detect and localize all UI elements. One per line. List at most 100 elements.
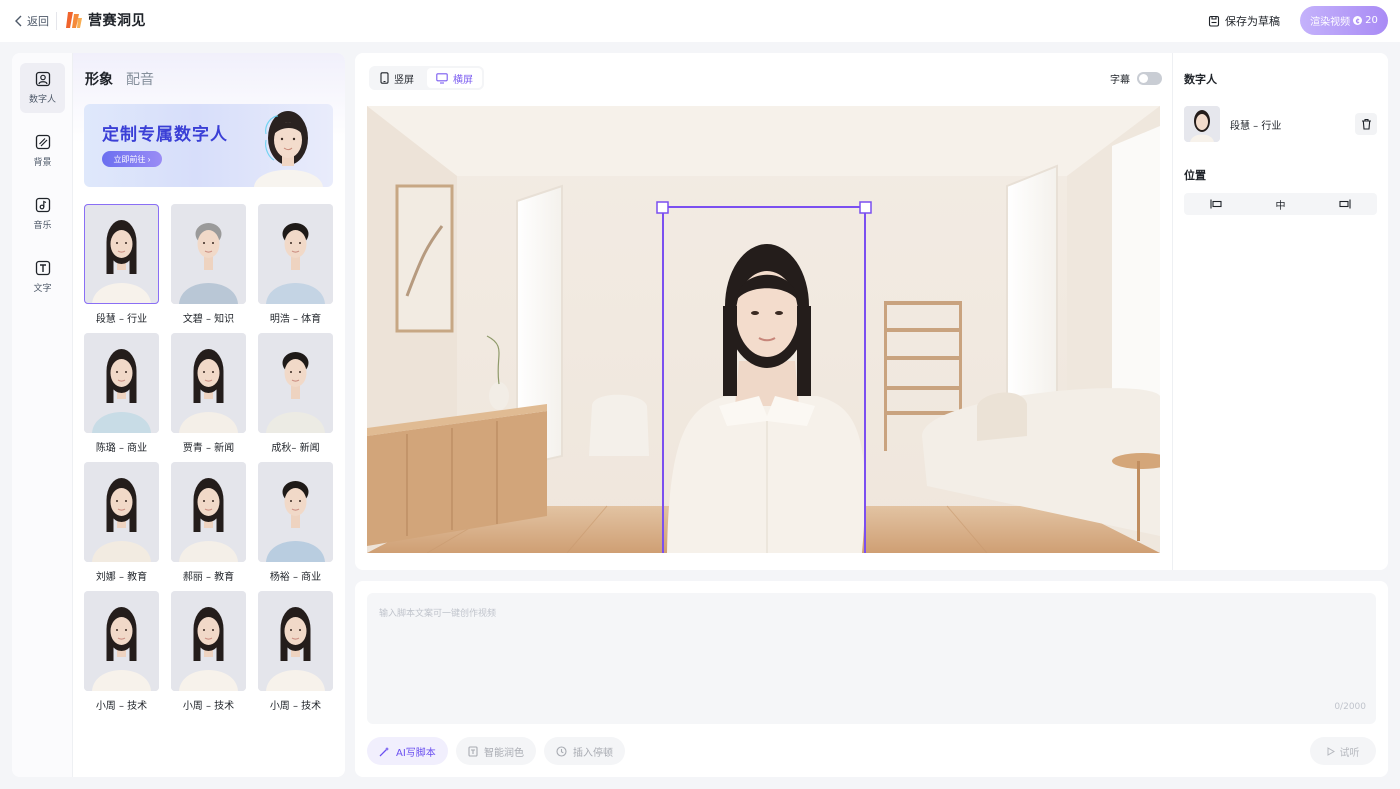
- coin-icon: ¢: [1353, 16, 1363, 25]
- banner-title: 定制专属数字人: [102, 125, 228, 145]
- background-icon: [35, 134, 50, 150]
- back-button[interactable]: 返回: [14, 13, 49, 29]
- script-input[interactable]: [367, 593, 1376, 724]
- avatar-card[interactable]: 刘娜 – 教育: [84, 462, 159, 583]
- subtitle-toggle: 字幕: [1110, 71, 1162, 86]
- align-right-icon: [1339, 199, 1351, 209]
- draft-icon: [1208, 15, 1220, 27]
- avatar-card[interactable]: 贾青 – 新闻: [171, 333, 246, 454]
- polish-button[interactable]: 智能润色: [456, 737, 536, 765]
- resize-handle-top-right: [859, 201, 872, 214]
- portrait-button[interactable]: 竖屏: [371, 68, 423, 88]
- orientation-switch: 竖屏 横屏: [369, 66, 484, 90]
- avatar-photo: [84, 204, 159, 304]
- current-avatar-name: 段慧 – 行业: [1230, 120, 1282, 132]
- avatar-photo: [171, 333, 246, 433]
- align-left-button[interactable]: [1184, 193, 1248, 215]
- tab-voice[interactable]: 配音: [126, 69, 154, 89]
- align-right-button[interactable]: [1313, 193, 1377, 215]
- script-editor: 0/2000: [367, 593, 1376, 724]
- chevron-left-icon: [15, 15, 22, 27]
- section-title-position: 位置: [1184, 169, 1206, 182]
- section-title-avatar: 数字人: [1184, 73, 1217, 86]
- clock-icon: [556, 745, 567, 757]
- tab-avatar[interactable]: 形象: [85, 69, 113, 89]
- position-align-bar: 中: [1184, 193, 1377, 215]
- preview-audio-button[interactable]: 试听: [1310, 737, 1376, 765]
- rail-label: 背景: [33, 158, 52, 168]
- avatar-image: [84, 204, 159, 304]
- ai-script-button[interactable]: AI写脚本: [367, 737, 448, 765]
- rail-item-digital-human[interactable]: 数字人: [20, 63, 65, 113]
- align-center-button[interactable]: 中: [1248, 193, 1312, 215]
- script-panel: 0/2000 AI写脚本 智能润色 插入停顿 试听: [355, 581, 1388, 777]
- insert-pause-button[interactable]: 插入停顿: [544, 737, 625, 765]
- asset-panel: 数字人 背景 音乐 文字 形象 配音 定制专属数字人 立即前往 › 段慧 – 行…: [12, 53, 345, 777]
- avatar-card[interactable]: 郝丽 – 教育: [171, 462, 246, 583]
- avatar-name: 小周 – 技术: [182, 701, 235, 712]
- avatar-card[interactable]: 陈璐 – 商业: [84, 333, 159, 454]
- avatar-photo: [258, 462, 333, 562]
- avatar-image: [171, 591, 246, 691]
- video-canvas[interactable]: [367, 106, 1160, 553]
- render-cost: 20: [1365, 15, 1378, 26]
- rail-item-music[interactable]: 音乐: [20, 189, 65, 239]
- render-video-button[interactable]: 渲染视频 ¢ 20: [1300, 6, 1388, 35]
- avatar-card[interactable]: 小周 – 技术: [171, 591, 246, 712]
- avatar-name: 明浩 – 体育: [269, 314, 322, 325]
- magic-wand-icon: [379, 746, 389, 756]
- avatar-photo: [258, 591, 333, 691]
- brand-name: 营赛洞见: [88, 13, 146, 29]
- avatar-card[interactable]: 文碧 – 知识: [171, 204, 246, 325]
- rail-label: 文字: [33, 284, 52, 294]
- avatar-card[interactable]: 成秋– 新闻: [258, 333, 333, 454]
- back-label: 返回: [27, 15, 49, 28]
- avatar-photo: [84, 591, 159, 691]
- resize-handle-top-left: [656, 201, 669, 214]
- avatar-photo: [258, 333, 333, 433]
- divider: [56, 12, 57, 30]
- text-icon: [35, 260, 50, 276]
- avatar-thumbnail[interactable]: [1184, 106, 1220, 142]
- top-bar: 返回 营赛洞见 保存为草稿 渲染视频 ¢ 20: [0, 0, 1400, 42]
- avatar-image: [258, 462, 333, 562]
- avatar-name: 杨裕 – 商业: [269, 572, 322, 583]
- avatar-image: [171, 462, 246, 562]
- save-draft-button[interactable]: 保存为草稿: [1208, 13, 1280, 29]
- avatar-image: [84, 462, 159, 562]
- avatar-image: [258, 204, 333, 304]
- avatar-photo: [171, 591, 246, 691]
- properties-panel: 数字人 段慧 – 行业 位置 中: [1173, 53, 1388, 570]
- avatar-library: 形象 配音 定制专属数字人 立即前往 › 段慧 – 行业 文碧 – 知识 明浩 …: [73, 53, 345, 777]
- rail-label: 数字人: [28, 95, 56, 105]
- monitor-icon: [436, 72, 448, 84]
- avatar-card[interactable]: 小周 – 技术: [84, 591, 159, 712]
- music-icon: [35, 197, 50, 213]
- rail-item-text[interactable]: 文字: [20, 252, 65, 302]
- align-left-icon: [1210, 199, 1222, 209]
- avatar-card[interactable]: 段慧 – 行业: [84, 204, 159, 325]
- play-icon: [1327, 746, 1335, 756]
- category-rail: 数字人 背景 音乐 文字: [12, 53, 73, 777]
- banner-go-button[interactable]: 立即前往 ›: [102, 151, 162, 167]
- avatar-name: 贾青 – 新闻: [182, 443, 235, 454]
- rail-item-background[interactable]: 背景: [20, 126, 65, 176]
- avatar-photo: [258, 204, 333, 304]
- avatar-name: 郝丽 – 教育: [182, 572, 235, 583]
- avatar-name: 陈璐 – 商业: [95, 443, 148, 454]
- landscape-button[interactable]: 横屏: [427, 68, 482, 88]
- subtitle-switch[interactable]: [1137, 72, 1162, 85]
- brand-logo-icon: [66, 12, 82, 28]
- custom-avatar-banner[interactable]: 定制专属数字人 立即前往 ›: [84, 104, 333, 187]
- avatar-card[interactable]: 杨裕 – 商业: [258, 462, 333, 583]
- scene-image: [367, 106, 1160, 553]
- avatar-image: [258, 333, 333, 433]
- avatar-card[interactable]: 明浩 – 体育: [258, 204, 333, 325]
- brand-logo: 营赛洞见: [66, 10, 146, 30]
- subtitle-label: 字幕: [1110, 75, 1130, 86]
- char-counter: 0/2000: [1334, 702, 1366, 712]
- avatar-card[interactable]: 小周 – 技术: [258, 591, 333, 712]
- avatar-image: [84, 333, 159, 433]
- current-avatar: 段慧 – 行业: [1184, 106, 1377, 142]
- delete-avatar-button[interactable]: [1355, 113, 1377, 135]
